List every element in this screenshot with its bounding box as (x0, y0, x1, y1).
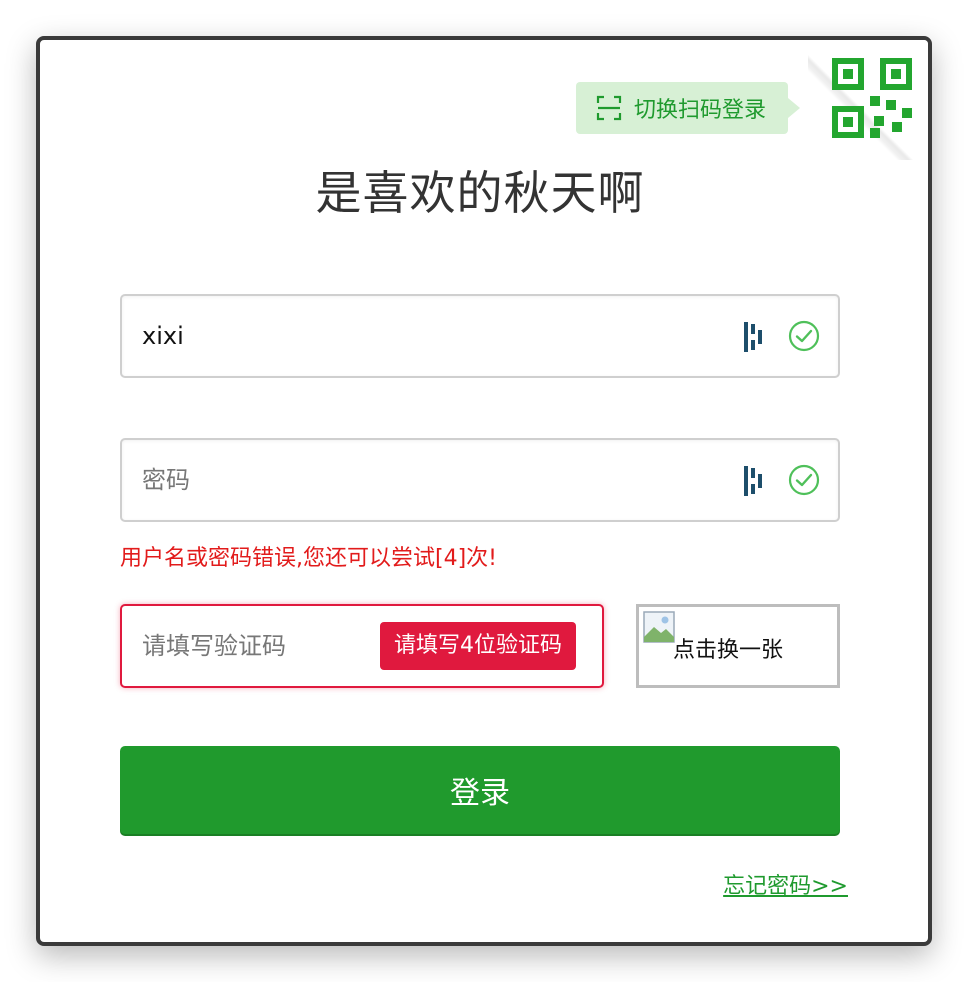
password-manager-icon[interactable] (742, 322, 766, 352)
qr-code-icon[interactable] (830, 56, 914, 140)
captcha-field[interactable]: 请填写4位验证码 (120, 604, 604, 688)
password-input[interactable] (142, 440, 702, 520)
captcha-image-alt: 点击换一张 (673, 638, 784, 663)
password-field[interactable] (120, 438, 840, 522)
check-circle-icon (788, 464, 820, 496)
captcha-image[interactable]: 点击换一张 (636, 604, 840, 688)
password-manager-icon[interactable] (742, 466, 766, 496)
page: 切换扫码登录 是喜欢的秋天啊 xixi 用户名或密码错误,您还可以尝试[4]次!… (0, 0, 968, 982)
username-input[interactable] (142, 296, 702, 376)
captcha-input[interactable] (142, 606, 372, 686)
login-dialog: 切换扫码登录 是喜欢的秋天啊 xixi 用户名或密码错误,您还可以尝试[4]次!… (36, 36, 932, 946)
page-title: 是喜欢的秋天啊 (315, 166, 645, 220)
qr-switch-tip[interactable]: 切换扫码登录 (576, 82, 801, 134)
scan-icon (596, 95, 622, 121)
username-field[interactable] (120, 294, 840, 378)
qr-corner[interactable] (808, 40, 928, 160)
check-circle-icon (788, 320, 820, 352)
qr-switch-label: 切换扫码登录 (634, 98, 767, 123)
login-button[interactable]: 登录 (120, 746, 840, 834)
captcha-error-tip: 请填写4位验证码 (380, 622, 576, 670)
forgot-password-link[interactable]: 忘记密码>> (723, 870, 848, 904)
broken-image-icon (643, 611, 675, 643)
error-message: 用户名或密码错误,您还可以尝试[4]次! (120, 546, 497, 571)
